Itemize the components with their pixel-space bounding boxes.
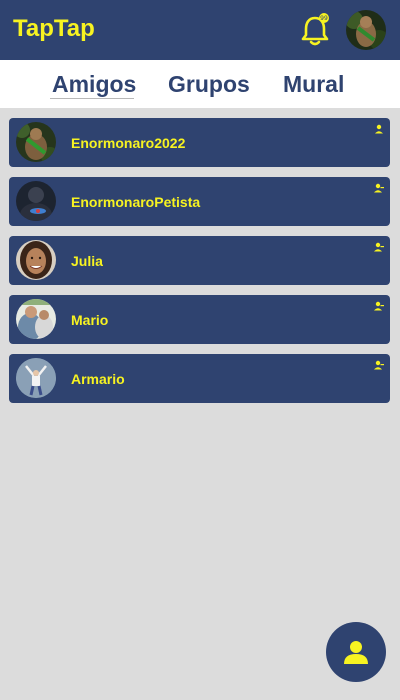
friend-row[interactable]: Mario — [9, 295, 390, 344]
active-tab-indicator — [50, 98, 134, 99]
friend-list: Enormonaro2022 EnormonaroPetista Julia M… — [9, 118, 390, 413]
friend-avatar — [16, 358, 56, 398]
friend-row[interactable]: EnormonaroPetista — [9, 177, 390, 226]
svg-text:99: 99 — [320, 15, 328, 22]
app-header: TapTap 99 — [0, 0, 400, 60]
person-remove-icon[interactable] — [374, 239, 384, 252]
tab-mural[interactable]: Mural — [283, 69, 344, 99]
person-remove-icon[interactable] — [374, 357, 384, 370]
friend-avatar — [16, 122, 56, 162]
friend-row[interactable]: Julia — [9, 236, 390, 285]
person-remove-icon[interactable] — [374, 180, 384, 193]
friend-name: Enormonaro2022 — [71, 135, 186, 151]
friend-name: Armario — [71, 371, 125, 387]
add-friend-button[interactable] — [326, 622, 386, 682]
person-icon — [344, 641, 368, 664]
profile-avatar[interactable] — [346, 10, 386, 50]
tab-bar: Amigos Grupos Mural — [0, 60, 400, 108]
person-remove-icon[interactable] — [374, 298, 384, 311]
friend-name: Julia — [71, 253, 103, 269]
friend-name: Mario — [71, 312, 109, 328]
friend-row[interactable]: Armario — [9, 354, 390, 403]
friend-avatar — [16, 299, 56, 339]
friend-row[interactable]: Enormonaro2022 — [9, 118, 390, 167]
tab-grupos[interactable]: Grupos — [168, 69, 250, 99]
person-icon[interactable] — [374, 121, 384, 134]
bell-icon[interactable]: 99 — [297, 12, 333, 48]
friend-avatar — [16, 240, 56, 280]
friend-name: EnormonaroPetista — [71, 194, 201, 210]
app-title: TapTap — [13, 15, 95, 42]
tab-amigos[interactable]: Amigos — [52, 69, 136, 99]
friend-avatar — [16, 181, 56, 221]
